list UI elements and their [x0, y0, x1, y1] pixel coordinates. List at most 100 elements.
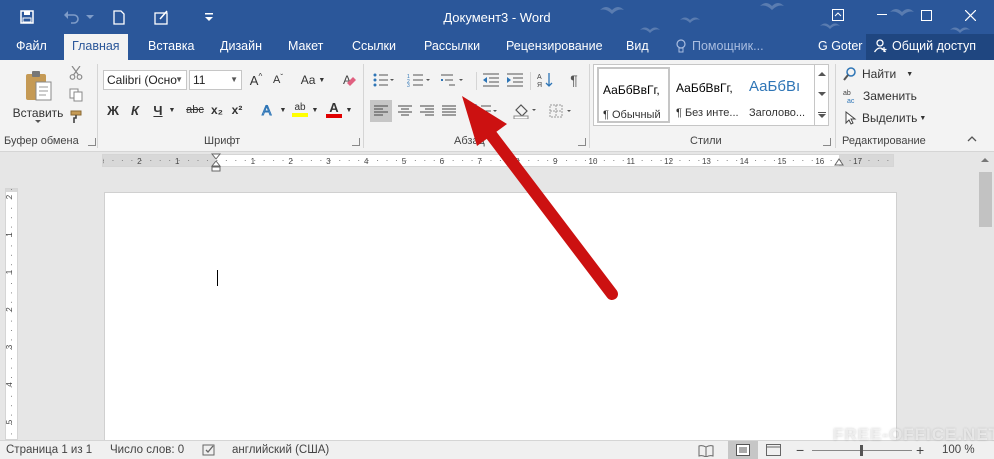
tab-insert[interactable]: Вставка — [140, 34, 202, 60]
bold-button[interactable]: Ж — [104, 100, 122, 120]
tab-references[interactable]: Ссылки — [344, 34, 404, 60]
indent-marker[interactable] — [210, 152, 222, 174]
font-color-dropdown[interactable]: ▼ — [344, 100, 354, 120]
shrink-font-button[interactable]: Aˇ — [270, 70, 286, 90]
multilevel-list-button[interactable] — [438, 70, 468, 90]
word-count[interactable]: Число слов: 0 — [110, 444, 184, 456]
copy-button[interactable] — [66, 86, 86, 104]
maximize-button[interactable] — [906, 0, 946, 30]
text-effects-button[interactable]: A — [258, 100, 278, 120]
strikethrough-button[interactable]: abc — [184, 100, 206, 120]
show-marks-button[interactable]: ¶ — [564, 70, 584, 90]
page-count[interactable]: Страница 1 из 1 — [6, 444, 92, 456]
align-left-button[interactable] — [370, 100, 392, 122]
increase-indent-button[interactable] — [504, 70, 526, 90]
ruler-tick — [405, 160, 407, 161]
clear-formatting-button[interactable]: A — [340, 70, 360, 90]
justify-button[interactable] — [438, 100, 460, 122]
highlight-color-button[interactable]: ab — [290, 100, 310, 120]
styles-dialog-launcher[interactable] — [823, 138, 831, 146]
paragraph-dialog-launcher[interactable] — [578, 138, 586, 146]
clipboard-paste-icon — [26, 71, 52, 101]
tab-file[interactable]: Файл — [8, 34, 55, 60]
tab-home[interactable]: Главная — [64, 34, 128, 61]
svg-text:Я: Я — [537, 82, 542, 88]
style-normal[interactable]: АаБбВвГг, ¶ Обычный — [597, 67, 670, 123]
ruler-tick — [121, 160, 123, 161]
chevron-down-icon — [35, 120, 41, 123]
zoom-level[interactable]: 100 % — [942, 444, 975, 456]
chevron-down-icon: ▼ — [919, 114, 927, 122]
zoom-out-button[interactable]: − — [796, 442, 804, 458]
font-dialog-launcher[interactable] — [352, 138, 360, 146]
font-name-value: Calibri (Осно — [107, 73, 177, 87]
grow-font-button[interactable]: A ^ — [248, 70, 264, 90]
user-name[interactable]: G Goter — [810, 34, 870, 60]
tab-review[interactable]: Рецензирование — [498, 34, 611, 60]
ruler-tick — [424, 160, 426, 161]
font-size-value: 11 — [193, 73, 206, 87]
highlight-dropdown[interactable]: ▼ — [310, 100, 320, 120]
shading-button[interactable] — [510, 100, 540, 122]
underline-dropdown[interactable]: ▼ — [166, 100, 178, 120]
ruler-tick — [11, 424, 12, 425]
format-painter-button[interactable] — [66, 108, 86, 126]
select-button[interactable]: Выделить ▼ — [843, 108, 933, 128]
right-indent-marker[interactable] — [834, 156, 844, 168]
tab-mailings[interactable]: Рассылки — [416, 34, 488, 60]
tab-view[interactable]: Вид — [618, 34, 657, 60]
align-right-button[interactable] — [416, 100, 438, 122]
share-label: Общий доступ — [892, 39, 976, 53]
clipboard-dialog-launcher[interactable] — [88, 138, 96, 146]
cut-button[interactable] — [66, 64, 86, 82]
align-center-button[interactable] — [394, 100, 416, 122]
line-spacing-button[interactable] — [470, 100, 500, 122]
ruler-tick — [301, 160, 303, 161]
superscript-button[interactable]: x² — [228, 100, 246, 120]
chevron-up-icon — [967, 136, 977, 142]
decrease-indent-button[interactable] — [480, 70, 502, 90]
web-layout-icon[interactable] — [766, 444, 782, 457]
style-sample: АаБбВı — [749, 78, 801, 95]
tab-design[interactable]: Дизайн — [212, 34, 270, 60]
style-no-spacing[interactable]: АаБбВвГг, ¶ Без инте... — [672, 67, 745, 123]
style-name: ¶ Обычный — [603, 109, 661, 121]
change-case-button[interactable]: Aa ▼ — [298, 70, 328, 90]
style-heading1[interactable]: АаБбВı Заголово... — [745, 67, 813, 123]
ruler-tick — [339, 160, 341, 161]
share-button[interactable]: Общий доступ — [866, 34, 994, 60]
subscript-button[interactable]: x₂ — [208, 100, 226, 120]
sort-button[interactable]: AЯ — [534, 70, 556, 90]
tab-layout[interactable]: Макет — [280, 34, 331, 60]
ruler-tick — [736, 160, 738, 161]
underline-button[interactable]: Ч — [150, 100, 166, 120]
ribbon-display-button[interactable] — [818, 0, 858, 30]
read-mode-icon[interactable] — [698, 444, 714, 457]
ruler-tick — [651, 160, 653, 161]
zoom-slider-thumb[interactable] — [860, 445, 863, 456]
paste-button[interactable]: Вставить — [8, 64, 68, 130]
font-name-combo[interactable]: Calibri (Осно ▼ — [103, 70, 187, 90]
text-effects-dropdown[interactable]: ▼ — [278, 100, 288, 120]
scrollbar-thumb[interactable] — [979, 172, 992, 227]
font-color-button[interactable]: A — [324, 100, 344, 120]
italic-button[interactable]: К — [126, 100, 144, 120]
document-page[interactable] — [104, 192, 897, 442]
bullets-button[interactable] — [370, 70, 398, 90]
vertical-ruler[interactable]: 21123456 — [5, 188, 18, 440]
find-button[interactable]: Найти ▼ — [843, 64, 933, 84]
close-button[interactable] — [950, 0, 990, 30]
language-indicator[interactable]: английский (США) — [232, 444, 329, 456]
print-layout-button[interactable] — [728, 441, 758, 459]
replace-button[interactable]: ab ac Заменить — [843, 86, 933, 106]
collapse-ribbon-button[interactable] — [962, 132, 982, 146]
styles-scroll[interactable] — [814, 65, 828, 125]
proofing-icon[interactable] — [202, 444, 218, 457]
tell-me-box[interactable]: Помощник... — [670, 34, 772, 60]
line-spacing-icon — [475, 104, 497, 118]
minimize-button[interactable] — [862, 0, 902, 30]
borders-icon — [549, 104, 571, 118]
font-size-combo[interactable]: 11 ▼ — [189, 70, 242, 90]
borders-button[interactable] — [546, 100, 576, 122]
numbering-button[interactable]: 123 — [404, 70, 434, 90]
